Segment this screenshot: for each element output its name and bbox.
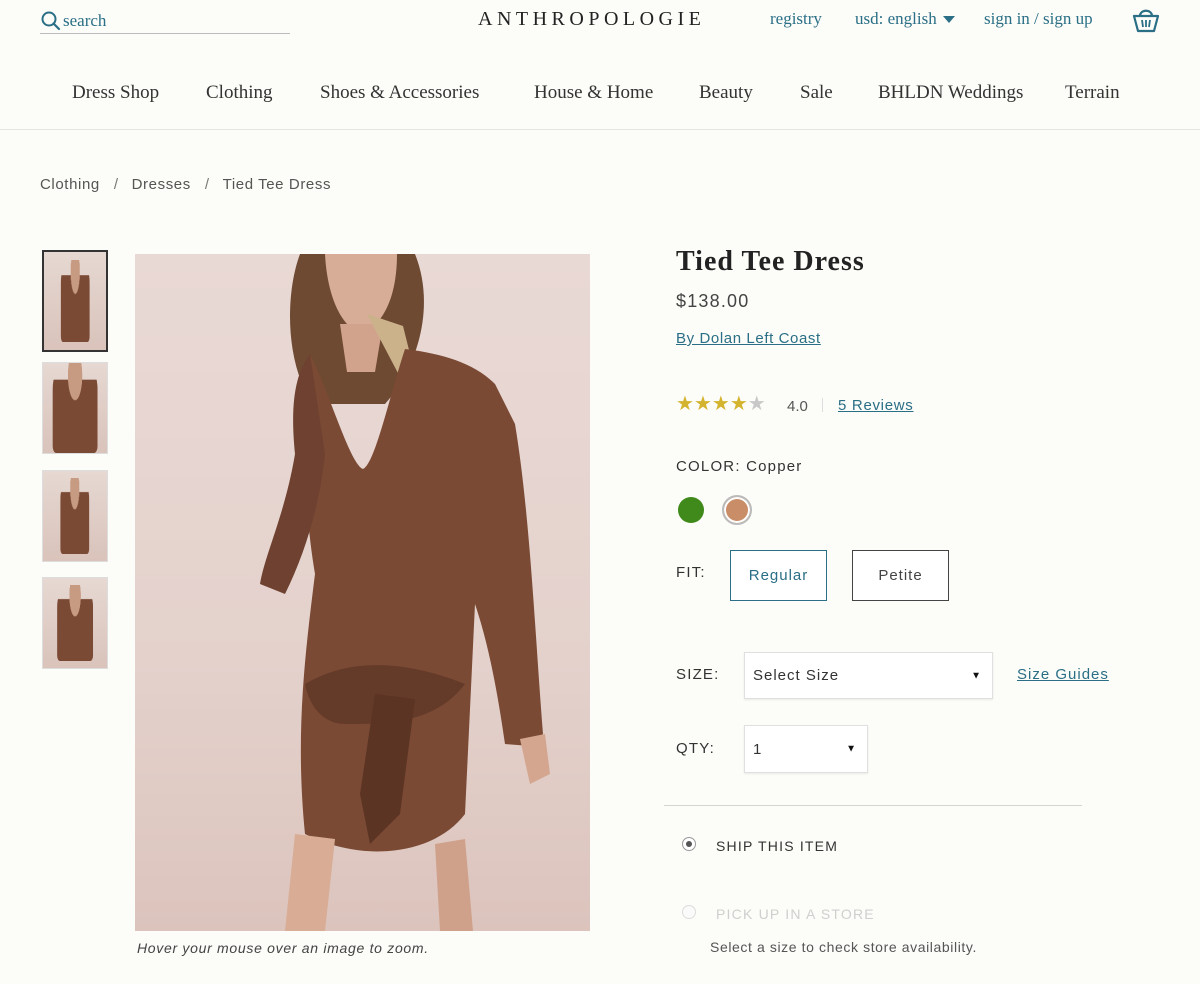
rating-stars[interactable]: ★ ★ ★ ★ ★ [676,393,766,415]
color-swatch-copper[interactable] [722,495,752,525]
color-label-text: COLOR: [676,458,741,475]
site-header: ANTHROPOLOGIE registry usd: english sign… [0,0,1200,130]
ship-item-label[interactable]: SHIP THIS ITEM [716,838,838,854]
star-icon: ★ [676,393,694,415]
nav-item-shoes-accessories[interactable]: Shoes & Accessories [320,82,479,104]
ship-item-radio[interactable] [682,837,696,851]
breadcrumb-dresses[interactable]: Dresses [132,176,191,193]
currency-selector[interactable]: usd: english [855,9,955,29]
selected-color: Copper [746,458,803,475]
star-empty-icon: ★ [747,393,766,415]
reviews-link[interactable]: 5 Reviews [838,397,914,414]
breadcrumb: Clothing / Dresses / Tied Tee Dress [40,176,331,193]
fit-label: FIT: [676,564,706,581]
rating-divider [822,398,823,412]
dress-thumbnail-image [57,585,93,661]
search-bar[interactable] [40,8,290,34]
dress-photo-illustration [260,254,550,931]
zoom-hint-text: Hover your mouse over an image to zoom. [137,940,429,956]
sign-in-link[interactable]: sign in / sign up [984,9,1093,29]
star-icon: ★ [693,393,712,415]
main-nav: Dress Shop Clothing Shoes & Accessories … [0,82,1200,110]
breadcrumb-clothing[interactable]: Clothing [40,176,100,193]
nav-item-dress-shop[interactable]: Dress Shop [72,82,159,104]
product-thumbnail[interactable] [42,250,108,352]
store-availability-note: Select a size to check store availabilit… [710,939,977,955]
pickup-store-radio[interactable] [682,905,696,919]
search-input[interactable] [63,10,263,31]
qty-select[interactable]: 1 ▼ [744,725,868,773]
size-select[interactable]: Select Size ▼ [744,652,993,699]
color-swatch-green[interactable] [678,497,704,523]
fit-regular-button[interactable]: Regular [730,550,827,601]
currency-label: usd: english [855,9,937,28]
pickup-store-label[interactable]: PICK UP IN A STORE [716,906,875,922]
product-main-image[interactable] [135,254,590,931]
size-label: SIZE: [676,666,720,683]
dress-thumbnail-image [60,478,90,554]
brand-logo[interactable]: ANTHROPOLOGIE [478,8,705,31]
dress-thumbnail-image [52,363,98,453]
dress-thumbnail-image [60,259,90,343]
qty-select-value: 1 [753,740,763,758]
shopping-basket-icon[interactable] [1131,6,1161,34]
dropdown-arrow-icon: ▼ [971,670,982,681]
nav-item-beauty[interactable]: Beauty [699,82,753,104]
size-guides-link[interactable]: Size Guides [1017,666,1109,683]
star-icon: ★ [729,393,748,415]
section-divider [664,805,1082,806]
nav-item-house-home[interactable]: House & Home [534,82,653,104]
color-label: COLOR: Copper [676,458,803,475]
star-icon: ★ [711,393,730,415]
product-title: Tied Tee Dress [676,246,865,277]
nav-item-terrain[interactable]: Terrain [1065,82,1120,104]
product-thumbnail[interactable] [42,362,108,454]
nav-item-sale[interactable]: Sale [800,82,833,104]
nav-item-bhldn-weddings[interactable]: BHLDN Weddings [878,82,1023,104]
product-thumbnail[interactable] [42,470,108,562]
dropdown-arrow-icon: ▼ [846,743,857,755]
size-select-value: Select Size [753,667,840,684]
nav-item-clothing[interactable]: Clothing [206,82,273,104]
search-icon[interactable] [40,10,62,32]
registry-link[interactable]: registry [770,9,822,29]
fit-petite-button[interactable]: Petite [852,550,949,601]
product-brand-link[interactable]: By Dolan Left Coast [676,330,821,347]
product-thumbnail[interactable] [42,577,108,669]
breadcrumb-separator: / [204,176,210,193]
chevron-down-icon [942,15,955,23]
product-price: $138.00 [676,291,750,311]
breadcrumb-separator: / [113,176,119,193]
rating-value: 4.0 [787,398,808,415]
breadcrumb-current: Tied Tee Dress [222,176,332,193]
qty-label: QTY: [676,740,715,757]
